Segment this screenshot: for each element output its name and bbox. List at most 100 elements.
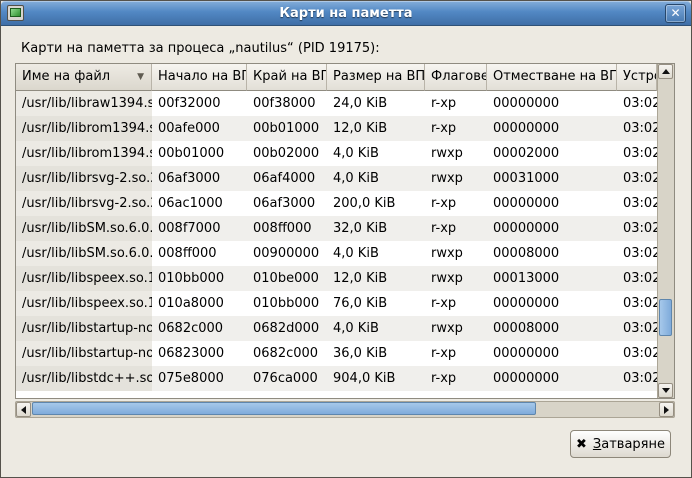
scroll-right-button[interactable] (659, 402, 674, 417)
scroll-down-button[interactable] (658, 383, 673, 398)
cell-vm_size: 76,0 KiB (327, 291, 425, 316)
cell-device: 03:02 (617, 116, 657, 141)
cell-vm_offset: 00000000 (487, 191, 617, 216)
cell-vm_size: 24,0 KiB (327, 91, 425, 116)
cell-flags: r-xp (425, 366, 487, 391)
cell-vm_offset: 00000000 (487, 366, 617, 391)
cell-filename: /usr/lib/libstdc++.so. (16, 366, 152, 391)
cell-vm_start: 008ff000 (152, 241, 247, 266)
table-row[interactable]: /usr/lib/libspeex.so.1010bb000010be00012… (16, 266, 657, 291)
cell-vm_offset: 00013000 (487, 266, 617, 291)
table-row[interactable]: /usr/lib/librsvg-2.so.206af300006af40004… (16, 166, 657, 191)
cell-vm_start: 00b01000 (152, 141, 247, 166)
cell-vm_size: 4,0 KiB (327, 241, 425, 266)
column-header-vm_end[interactable]: Край на ВП (247, 64, 327, 91)
cell-device: 03:02 (617, 316, 657, 341)
horizontal-scrollbar-thumb[interactable] (32, 402, 536, 415)
cell-flags: r-xp (425, 216, 487, 241)
cell-filename: /usr/lib/librom1394.so (16, 141, 152, 166)
table-row[interactable]: /usr/lib/libSM.so.6.0.0008f7000008ff0003… (16, 216, 657, 241)
cell-vm_start: 00f32000 (152, 91, 247, 116)
column-header-flags[interactable]: Флагове (425, 64, 487, 91)
cell-vm_size: 4,0 KiB (327, 316, 425, 341)
cell-flags: rwxp (425, 141, 487, 166)
cell-filename: /usr/lib/libstartup-not (16, 341, 152, 366)
cell-filename: /usr/lib/libraw1394.so (16, 91, 152, 116)
column-header-vm_offset[interactable]: Отместване на ВП (487, 64, 617, 91)
cell-vm_offset: 00031000 (487, 166, 617, 191)
table-row[interactable]: /usr/lib/librom1394.so00b0100000b020004,… (16, 141, 657, 166)
cell-vm_offset: 00002000 (487, 141, 617, 166)
table-row[interactable]: /usr/lib/librom1394.so00afe00000b0100012… (16, 116, 657, 141)
cell-flags: rwxp (425, 266, 487, 291)
table-row[interactable]: /usr/lib/libstartup-not0682c0000682d0004… (16, 316, 657, 341)
arrow-down-icon (662, 388, 670, 393)
table-row[interactable]: /usr/lib/libstartup-not068230000682c0003… (16, 341, 657, 366)
cell-flags: rwxp (425, 316, 487, 341)
cell-device: 03:02 (617, 241, 657, 266)
cell-device: 03:02 (617, 216, 657, 241)
scroll-up-button[interactable] (658, 64, 673, 79)
cell-vm_offset: 00000000 (487, 216, 617, 241)
cell-filename: /usr/lib/librsvg-2.so.2 (16, 191, 152, 216)
column-header-label: Устрой (623, 69, 657, 84)
cell-vm_size: 4,0 KiB (327, 141, 425, 166)
titlebar[interactable]: Карти на паметта ✕ (1, 1, 691, 26)
horizontal-scrollbar[interactable] (15, 401, 675, 418)
cell-device: 03:02 (617, 341, 657, 366)
table-row[interactable]: /usr/lib/libspeex.so.1010a8000010bb00076… (16, 291, 657, 316)
cell-vm_end: 06af3000 (247, 191, 327, 216)
arrow-right-icon (664, 406, 669, 414)
cell-filename: /usr/lib/libSM.so.6.0.0 (16, 241, 152, 266)
cell-flags: r-xp (425, 291, 487, 316)
cell-vm_offset: 00008000 (487, 241, 617, 266)
cell-vm_start: 075e8000 (152, 366, 247, 391)
cell-flags: r-xp (425, 116, 487, 141)
cell-vm_offset: 00000000 (487, 116, 617, 141)
column-header-vm_start[interactable]: Начало на ВП (152, 64, 247, 91)
cell-vm_offset: 00000000 (487, 341, 617, 366)
vertical-scrollbar[interactable] (657, 64, 674, 398)
table-row[interactable]: /usr/lib/libraw1394.so00f3200000f3800024… (16, 91, 657, 116)
cell-vm_offset: 00008000 (487, 316, 617, 341)
column-header-vm_size[interactable]: Размер на ВП (327, 64, 425, 91)
cell-device: 03:02 (617, 91, 657, 116)
cell-vm_start: 06823000 (152, 341, 247, 366)
column-header-label: Флагове (431, 69, 487, 84)
table-row[interactable]: /usr/lib/librsvg-2.so.206ac100006af30002… (16, 191, 657, 216)
cell-filename: /usr/lib/libspeex.so.1 (16, 291, 152, 316)
cell-vm_start: 06ac1000 (152, 191, 247, 216)
cell-vm_end: 00f38000 (247, 91, 327, 116)
cell-filename: /usr/lib/libSM.so.6.0.0 (16, 216, 152, 241)
cell-device: 03:02 (617, 141, 657, 166)
column-header-label: Начало на ВП (158, 69, 247, 84)
cell-device: 03:02 (617, 266, 657, 291)
cell-vm_offset: 00000000 (487, 91, 617, 116)
scroll-left-button[interactable] (16, 402, 31, 417)
cell-vm_end: 00b02000 (247, 141, 327, 166)
window-close-button[interactable]: ✕ (665, 4, 686, 23)
cell-flags: r-xp (425, 341, 487, 366)
table-row[interactable]: /usr/lib/libstdc++.so.075e8000076ca00090… (16, 366, 657, 391)
memory-maps-dialog: Карти на паметта ✕ Карти на паметта за п… (0, 0, 692, 478)
cell-flags: rwxp (425, 241, 487, 266)
close-button-x-icon: ✖ (576, 437, 587, 452)
cell-device: 03:02 (617, 166, 657, 191)
column-header-filename[interactable]: Име на файл▼ (16, 64, 152, 91)
column-header-label: Отместване на ВП (493, 69, 617, 84)
window-title: Карти на паметта (31, 1, 661, 26)
cell-vm_end: 06af4000 (247, 166, 327, 191)
cell-vm_size: 12,0 KiB (327, 116, 425, 141)
vertical-scrollbar-thumb[interactable] (659, 299, 672, 336)
column-header-device[interactable]: Устрой (617, 64, 657, 91)
cell-vm_size: 36,0 KiB (327, 341, 425, 366)
cell-vm_end: 076ca000 (247, 366, 327, 391)
arrow-up-icon (662, 69, 670, 74)
cell-vm_size: 32,0 KiB (327, 216, 425, 241)
cell-vm_end: 008ff000 (247, 216, 327, 241)
cell-vm_offset: 00000000 (487, 291, 617, 316)
close-dialog-button[interactable]: ✖ Затваряне (570, 430, 671, 458)
table-row[interactable]: /usr/lib/libSM.so.6.0.0008ff000009000004… (16, 241, 657, 266)
cell-filename: /usr/lib/libspeex.so.1 (16, 266, 152, 291)
cell-vm_start: 010bb000 (152, 266, 247, 291)
